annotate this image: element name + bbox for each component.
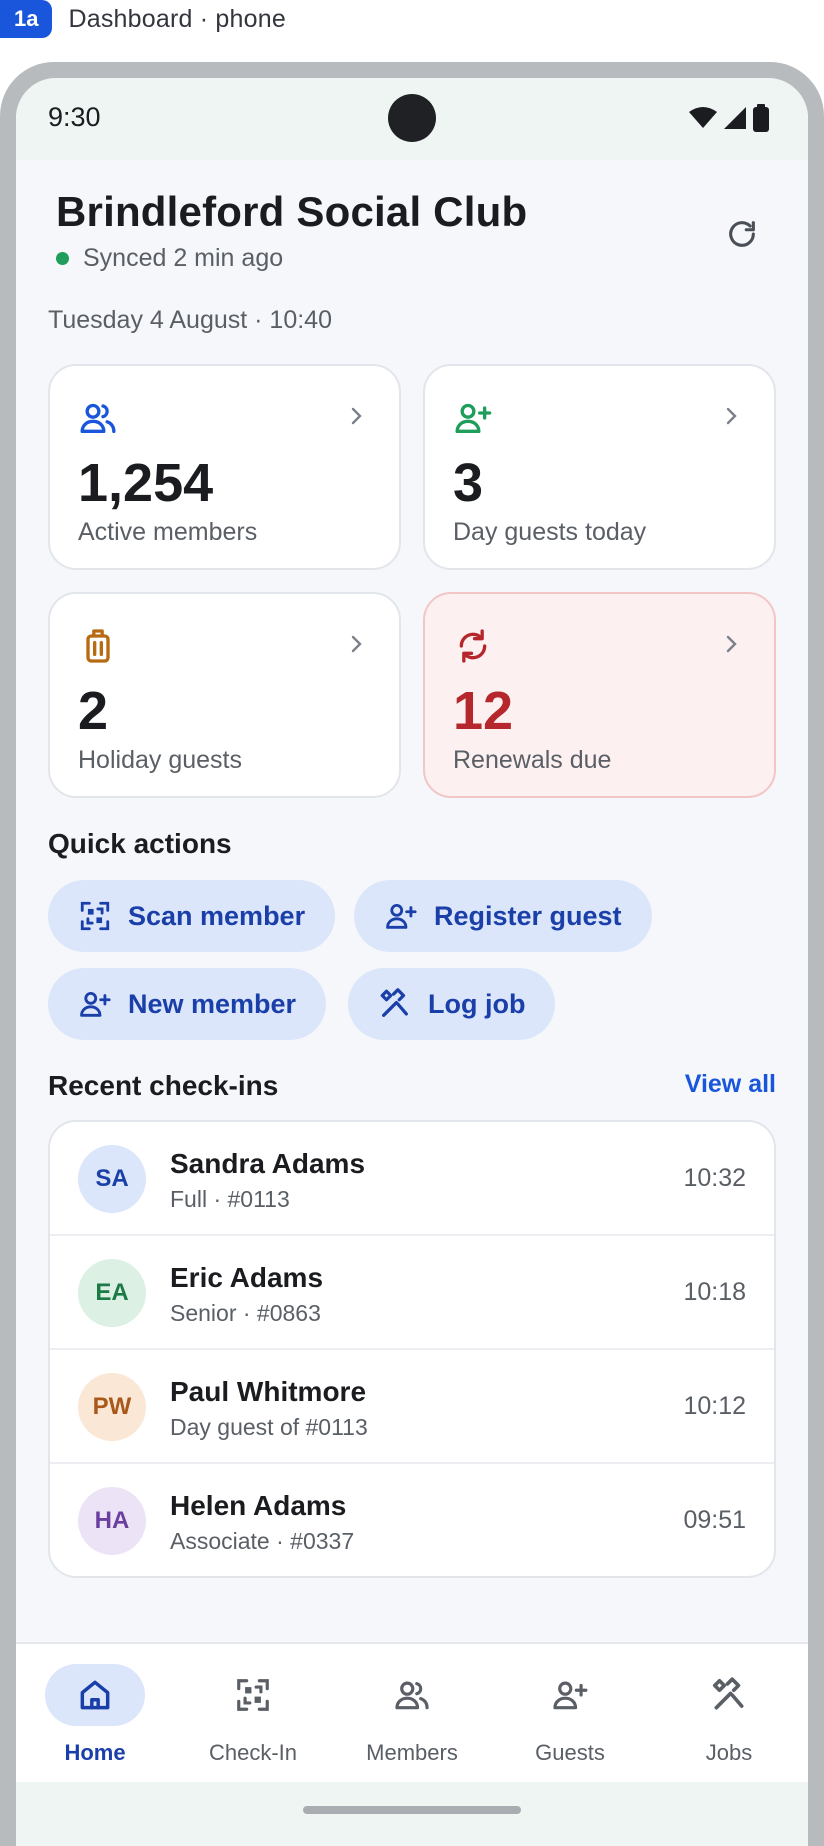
avatar: SA xyxy=(78,1145,146,1213)
nav-label: Jobs xyxy=(705,1740,753,1765)
chevron-right-icon xyxy=(726,407,737,425)
chevron-right-icon xyxy=(351,635,362,653)
signal-icon xyxy=(724,107,746,129)
refresh-icon xyxy=(729,221,755,247)
screen-tag: 1a Dashboard · phone xyxy=(0,0,286,38)
camera-cutout xyxy=(388,94,436,142)
nav-label: Guests xyxy=(535,1740,605,1765)
stat-card-day-guests[interactable]: 3 Day guests today xyxy=(423,364,776,570)
renew-icon xyxy=(459,629,487,663)
stat-label: Active members xyxy=(78,518,258,546)
chevron-right-icon xyxy=(351,407,362,425)
members-icon xyxy=(395,1681,429,1710)
home-icon xyxy=(80,1680,110,1710)
list-item[interactable]: EA Eric Adams Senior · #0863 10:18 xyxy=(50,1236,774,1350)
qr-scan-icon xyxy=(237,1679,269,1711)
member-name: Sandra Adams xyxy=(170,1148,366,1179)
tools-icon xyxy=(712,1677,744,1710)
nav-label: Home xyxy=(64,1740,126,1765)
member-detail: Associate · #0337 xyxy=(170,1528,355,1554)
chevron-right-icon xyxy=(726,635,737,653)
member-detail: Day guest of #0113 xyxy=(170,1414,368,1440)
avatar: PW xyxy=(78,1373,146,1441)
tools-icon xyxy=(380,988,408,1017)
add-person-icon xyxy=(386,903,417,929)
stat-label: Day guests today xyxy=(453,518,647,546)
sync-status: Synced 2 min ago xyxy=(56,244,283,273)
screen-id-badge: 1a xyxy=(0,0,53,38)
stat-card-holiday-guests[interactable]: 2 Holiday guests xyxy=(48,592,401,798)
chip-label: New member xyxy=(128,988,297,1019)
sync-text: Synced 2 min ago xyxy=(83,244,284,272)
nav-pill xyxy=(203,1664,303,1726)
member-name: Helen Adams xyxy=(170,1490,347,1521)
stat-value: 2 xyxy=(78,681,109,741)
screen-title: Dashboard · phone xyxy=(68,4,286,33)
member-detail: Full · #0113 xyxy=(170,1186,290,1212)
stat-value: 3 xyxy=(453,453,484,513)
checkin-time: 09:51 xyxy=(683,1506,746,1534)
nav-label: Check-In xyxy=(208,1740,298,1765)
home-gesture-bar[interactable] xyxy=(303,1806,521,1814)
stat-value: 1,254 xyxy=(78,453,214,513)
avatar: HA xyxy=(78,1487,146,1555)
recent-checkins-list: SA Sandra Adams Full · #0113 10:32 EA Er… xyxy=(48,1120,776,1578)
nav-pill xyxy=(362,1664,462,1726)
status-bar: 9:30 xyxy=(16,78,808,160)
nav-item-members[interactable]: Members xyxy=(333,1644,491,1784)
members-icon xyxy=(80,403,116,433)
register-guest-button[interactable]: Register guest xyxy=(354,880,652,952)
stat-label: Renewals due xyxy=(453,746,612,774)
quick-actions-title: Quick actions xyxy=(48,828,232,859)
add-person-icon xyxy=(455,403,492,433)
nav-item-check-in[interactable]: Check-In xyxy=(174,1644,332,1784)
checkin-time: 10:18 xyxy=(683,1278,746,1306)
view-all-link[interactable]: View all xyxy=(685,1070,776,1099)
chip-label: Log job xyxy=(428,988,526,1019)
battery-icon xyxy=(753,104,769,132)
stat-label: Holiday guests xyxy=(78,746,242,774)
club-title: Brindleford Social Club xyxy=(56,188,528,235)
list-item[interactable]: HA Helen Adams Associate · #0337 09:51 xyxy=(50,1464,774,1576)
nav-pill xyxy=(679,1664,779,1726)
date-line: Tuesday 4 August · 10:40 xyxy=(48,306,332,334)
checkin-time: 10:12 xyxy=(683,1392,746,1420)
bottom-navigation: Home Check-In Members Guests Jobs xyxy=(16,1642,808,1782)
sync-dot xyxy=(56,252,69,265)
status-icons xyxy=(688,104,770,132)
chip-label: Register guest xyxy=(434,900,622,931)
add-person-icon xyxy=(553,1681,588,1710)
add-person-icon xyxy=(80,991,111,1017)
nav-item-guests[interactable]: Guests xyxy=(491,1644,649,1784)
nav-item-home[interactable]: Home xyxy=(16,1644,174,1784)
nav-pill xyxy=(45,1664,145,1726)
wifi-icon xyxy=(689,107,717,128)
log-job-button[interactable]: Log job xyxy=(348,968,556,1040)
nav-label: Members xyxy=(366,1740,458,1765)
nav-item-jobs[interactable]: Jobs xyxy=(650,1644,808,1784)
qr-scan-icon xyxy=(80,901,110,931)
stat-card-active-members[interactable]: 1,254 Active members xyxy=(48,364,401,570)
luggage-icon xyxy=(86,629,110,663)
stat-value: 12 xyxy=(453,681,514,741)
new-member-button[interactable]: New member xyxy=(48,968,327,1040)
checkin-time: 10:32 xyxy=(683,1164,746,1192)
status-time: 9:30 xyxy=(48,102,101,132)
recent-checkins-title: Recent check-ins xyxy=(48,1070,279,1101)
list-item[interactable]: PW Paul Whitmore Day guest of #0113 10:1… xyxy=(50,1350,774,1464)
member-name: Eric Adams xyxy=(170,1262,324,1293)
avatar: EA xyxy=(78,1259,146,1327)
member-detail: Senior · #0863 xyxy=(170,1300,321,1326)
member-name: Paul Whitmore xyxy=(170,1376,367,1407)
stat-card-renewals-due[interactable]: 12 Renewals due xyxy=(423,592,776,798)
phone-screen: 9:30 Brindleford Social Club Synced 2 mi… xyxy=(16,78,808,1846)
nav-pill xyxy=(520,1664,620,1726)
scan-member-button[interactable]: Scan member xyxy=(48,880,336,952)
refresh-button[interactable] xyxy=(716,208,768,260)
list-item[interactable]: SA Sandra Adams Full · #0113 10:32 xyxy=(50,1122,774,1236)
gesture-area xyxy=(16,1782,808,1846)
chip-label: Scan member xyxy=(128,900,306,931)
